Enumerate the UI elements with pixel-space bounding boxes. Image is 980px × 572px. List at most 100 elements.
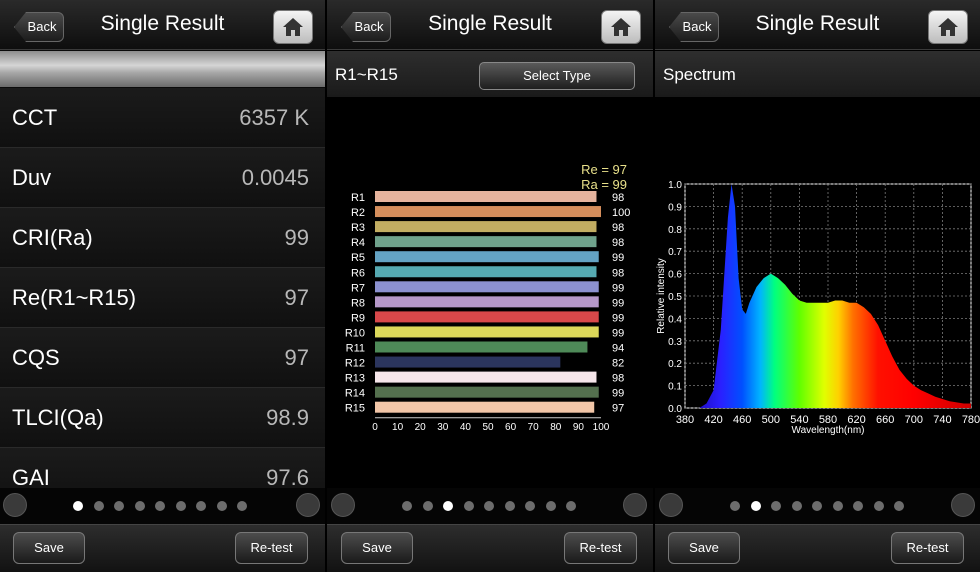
- category-label: R9: [351, 312, 365, 324]
- page-dot[interactable]: [750, 501, 761, 511]
- x-axis-label: Wavelength(nm): [792, 425, 865, 436]
- x-tick-label: 50: [482, 422, 494, 430]
- page-dot[interactable]: [114, 501, 124, 511]
- home-icon: [938, 18, 958, 36]
- next-page-button[interactable]: [623, 493, 647, 517]
- bottom-toolbar: Save Re-test: [327, 524, 653, 572]
- x-tick-label: 500: [762, 414, 780, 426]
- value-label: 99: [612, 297, 624, 309]
- metric-value: 97: [284, 285, 309, 310]
- next-page-button[interactable]: [951, 493, 975, 517]
- bar: [375, 311, 599, 323]
- metric-label: CRI(Ra): [12, 225, 93, 250]
- page-dot[interactable]: [566, 501, 576, 511]
- page-dot[interactable]: [504, 501, 515, 511]
- result-list-panel: Back Single Result CCT 6357 K Duv 0.0045 C…: [0, 0, 325, 572]
- save-button[interactable]: Save: [341, 532, 413, 564]
- page-dot[interactable]: [196, 501, 206, 511]
- page-dot[interactable]: [175, 501, 186, 511]
- page-dot[interactable]: [771, 501, 781, 511]
- page-dot[interactable]: [812, 501, 822, 511]
- page-dot[interactable]: [832, 501, 843, 511]
- page-dot[interactable]: [873, 501, 884, 511]
- page-dot[interactable]: [216, 501, 227, 511]
- metric-value: 99: [284, 225, 309, 250]
- metric-label: CCT: [12, 105, 58, 130]
- category-label: R13: [345, 373, 365, 385]
- home-button[interactable]: [601, 10, 641, 44]
- page-dot[interactable]: [422, 501, 433, 511]
- page-dot[interactable]: [853, 501, 863, 511]
- x-tick-label: 740: [933, 414, 951, 426]
- bottom-toolbar: Save Re-test: [655, 524, 980, 572]
- list-item: CCT 6357 K: [0, 88, 325, 148]
- page-dot[interactable]: [791, 501, 802, 511]
- retest-button[interactable]: Re-test: [891, 532, 964, 564]
- page-dot[interactable]: [73, 501, 83, 511]
- x-tick-label: 780: [962, 414, 980, 426]
- metric-value: 0.0045: [241, 165, 309, 190]
- page-dot[interactable]: [402, 501, 412, 511]
- y-tick-label: 0.9: [668, 202, 682, 213]
- category-label: R11: [346, 343, 365, 355]
- bar: [375, 236, 597, 248]
- retest-button[interactable]: Re-test: [235, 532, 308, 564]
- save-button[interactable]: Save: [668, 532, 740, 564]
- category-label: R8: [351, 297, 365, 309]
- page-dot[interactable]: [93, 501, 104, 511]
- x-tick-label: 80: [550, 422, 562, 430]
- value-label: 82: [612, 358, 624, 370]
- ri-bar-chart: Re = 97Ra = 99R1 98R2 100R3 98R4 98R5 99R6 98R…: [345, 162, 631, 430]
- bar: [375, 296, 599, 308]
- page-dot[interactable]: [730, 501, 740, 511]
- section-title: R1~R15: [335, 65, 398, 84]
- x-tick-label: 660: [876, 414, 894, 426]
- metric-value: 97: [284, 345, 309, 370]
- category-label: R1: [351, 192, 365, 204]
- category-label: R7: [351, 282, 365, 294]
- y-tick-label: 0.6: [668, 270, 682, 281]
- next-page-button[interactable]: [296, 493, 320, 517]
- prev-page-button[interactable]: [331, 493, 355, 517]
- spectrum-chart: 380 420 460 500 540 580 620 660 700 740 7800.00.10…: [656, 180, 980, 436]
- metric-label: Re(R1~R15): [12, 285, 137, 310]
- y-axis-label: Relative intensity: [656, 258, 667, 334]
- list-item: TLCI(Qa) 98.9: [0, 388, 325, 448]
- category-label: R10: [345, 327, 365, 339]
- retest-button[interactable]: Re-test: [564, 532, 637, 564]
- metric-label: CQS: [12, 345, 60, 370]
- ri-annotation: Ra = 99: [581, 177, 627, 192]
- prev-page-button[interactable]: [3, 493, 27, 517]
- page-dot[interactable]: [443, 501, 453, 511]
- x-tick-label: 700: [905, 414, 923, 426]
- value-label: 98: [612, 222, 624, 234]
- header-divider: [0, 51, 325, 87]
- bar: [375, 386, 599, 398]
- prev-page-button[interactable]: [659, 493, 683, 517]
- bar: [375, 251, 599, 263]
- page-dot[interactable]: [155, 501, 165, 511]
- metric-label: Duv: [12, 165, 52, 190]
- page-dot[interactable]: [237, 501, 247, 511]
- home-icon: [611, 18, 631, 36]
- x-tick-label: 30: [437, 422, 449, 430]
- select-type-button[interactable]: Select Type: [479, 62, 635, 90]
- value-label: 94: [612, 343, 624, 355]
- page-dot[interactable]: [134, 501, 145, 511]
- y-tick-label: 0.1: [668, 382, 682, 393]
- category-label: R6: [351, 267, 365, 279]
- value-label: 100: [612, 207, 630, 219]
- y-tick-label: 0.8: [668, 225, 682, 236]
- metric-label: TLCI(Qa): [12, 405, 104, 430]
- x-tick-label: 10: [392, 422, 404, 430]
- page-dot[interactable]: [545, 501, 556, 511]
- page-dot[interactable]: [484, 501, 494, 511]
- home-button[interactable]: [273, 10, 313, 44]
- nav-bar: Back Single Result: [0, 0, 325, 50]
- save-button[interactable]: Save: [13, 532, 85, 564]
- page-dot[interactable]: [463, 501, 474, 511]
- page-dot[interactable]: [894, 501, 904, 511]
- home-button[interactable]: [928, 10, 968, 44]
- page-dot[interactable]: [525, 501, 535, 511]
- value-label: 99: [612, 327, 624, 339]
